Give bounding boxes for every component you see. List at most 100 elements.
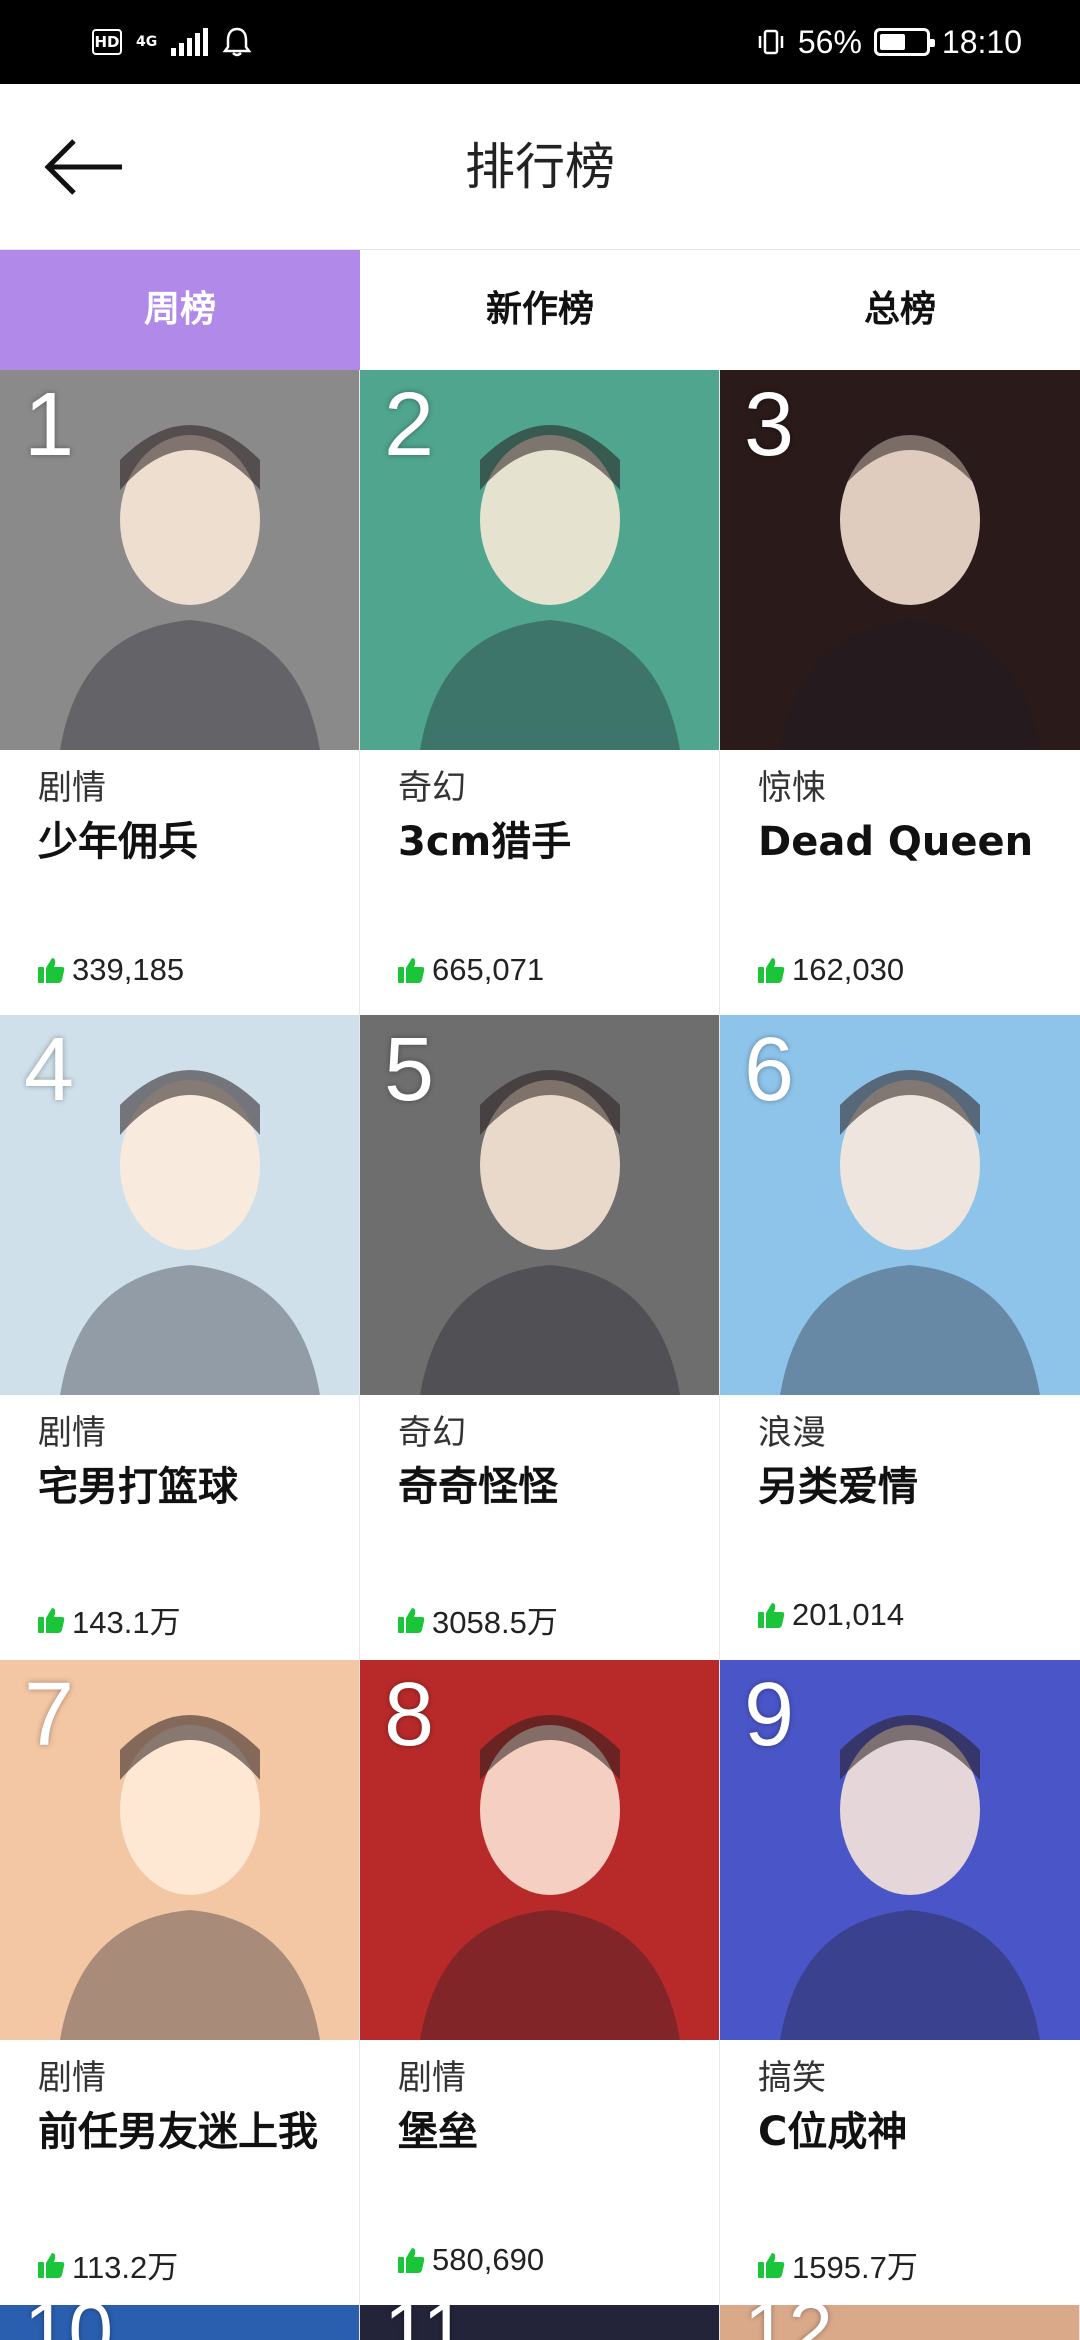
clock: 18:10 — [941, 23, 1022, 60]
battery-percent: 56% — [797, 23, 862, 60]
status-left: HD 4G — [92, 20, 252, 64]
like-count-value: 162,030 — [792, 952, 905, 987]
comic-card-8[interactable]: 8 剧情 堡垒 580,690 — [360, 1660, 720, 2305]
comic-title: 宅男打篮球 — [38, 1464, 238, 1510]
network-label: 4G — [136, 34, 158, 50]
comic-card-peek-11[interactable]: 11 — [360, 2305, 720, 2340]
like-count-value: 339,185 — [72, 952, 185, 987]
comic-genre: 惊悚 — [758, 768, 826, 808]
tab-weekly[interactable]: 周榜 — [0, 250, 360, 370]
comic-title: 另类爱情 — [758, 1464, 918, 1510]
like-count: 143.1万 — [36, 1597, 181, 1642]
rank-number: 5 — [384, 1020, 435, 1120]
status-right: 56% 18:10 — [756, 20, 1022, 64]
rank-number: 9 — [744, 1665, 795, 1765]
like-count: 3058.5万 — [396, 1597, 558, 1642]
rank-number: 1 — [24, 375, 75, 475]
thumbs-up-icon — [38, 1607, 65, 1633]
like-count: 339,185 — [36, 952, 184, 988]
comic-cover: 7 — [0, 1660, 359, 2040]
like-count: 113.2万 — [36, 2242, 178, 2287]
comic-cover: 4 — [0, 1015, 359, 1395]
rank-number: 2 — [384, 375, 435, 475]
comic-genre: 搞笑 — [758, 2058, 826, 2098]
comic-cover: 2 — [360, 370, 719, 750]
thumbs-up-icon — [398, 958, 425, 983]
comic-title: 前任男友迷上我 — [38, 2109, 318, 2155]
thumbs-up-icon — [758, 1603, 785, 1628]
status-bar: HD 4G 56% 18:10 — [0, 0, 1080, 84]
network-type: 4G — [136, 35, 157, 49]
thumbs-up-icon — [398, 1607, 425, 1633]
like-count: 580,690 — [396, 2242, 544, 2278]
signal-icon — [171, 28, 209, 56]
tab-overall[interactable]: 总榜 — [720, 250, 1080, 370]
thumbs-up-icon — [38, 958, 65, 983]
comic-genre: 浪漫 — [758, 1413, 826, 1453]
next-row-peek: 10 11 12 — [0, 2305, 1080, 2340]
rank-number: 12 — [744, 2305, 833, 2340]
comic-cover: 5 — [360, 1015, 719, 1395]
hd-badge: HD — [92, 29, 122, 55]
comic-card-peek-12[interactable]: 12 — [720, 2305, 1080, 2340]
thumbs-up-icon — [758, 2252, 785, 2278]
thumbs-up-icon — [398, 2248, 425, 2273]
comic-card-1[interactable]: 1 剧情 少年佣兵 339,185 — [0, 370, 360, 1015]
comic-card-6[interactable]: 6 浪漫 另类爱情 201,014 — [720, 1015, 1080, 1660]
like-count: 162,030 — [756, 952, 904, 988]
like-count: 1595.7万 — [756, 2242, 918, 2287]
like-count-value: 113.2万 — [72, 2250, 179, 2285]
like-count-value: 1595.7万 — [792, 2250, 918, 2285]
comic-cover: 3 — [720, 370, 1080, 750]
comic-cover: 9 — [720, 1660, 1080, 2040]
like-count-value: 201,014 — [792, 1597, 905, 1632]
like-count-value: 143.1万 — [72, 1605, 181, 1640]
like-count: 201,014 — [756, 1597, 904, 1633]
comic-title: 少年佣兵 — [38, 819, 198, 865]
tab-new-works[interactable]: 新作榜 — [360, 250, 720, 370]
like-count-value: 580,690 — [432, 2242, 545, 2277]
rank-number: 4 — [24, 1020, 75, 1120]
thumbs-up-icon — [38, 2252, 65, 2278]
comic-genre: 剧情 — [38, 768, 106, 808]
comic-card-4[interactable]: 4 剧情 宅男打篮球 143.1万 — [0, 1015, 360, 1660]
thumbs-up-icon — [758, 958, 785, 983]
comic-card-3[interactable]: 3 惊悚 Dead Queen 162,030 — [720, 370, 1080, 1015]
comic-card-2[interactable]: 2 奇幻 3cm猎手 665,071 — [360, 370, 720, 1015]
comic-title: 堡垒 — [398, 2109, 478, 2155]
comic-genre: 奇幻 — [398, 1413, 466, 1453]
rank-number: 3 — [744, 375, 795, 475]
comic-card-5[interactable]: 5 奇幻 奇奇怪怪 3058.5万 — [360, 1015, 720, 1660]
notification-bell-icon — [222, 27, 252, 57]
rank-number: 8 — [384, 1665, 435, 1765]
comic-genre: 剧情 — [38, 2058, 106, 2098]
comic-title: 3cm猎手 — [398, 819, 572, 865]
battery-icon — [873, 28, 935, 56]
arrow-left-icon — [44, 139, 122, 195]
rank-number: 7 — [24, 1665, 75, 1765]
back-button[interactable] — [34, 124, 134, 210]
comic-card-9[interactable]: 9 搞笑 C位成神 1595.7万 — [720, 1660, 1080, 2305]
comic-cover: 6 — [720, 1015, 1080, 1395]
page-title: 排行榜 — [465, 139, 615, 195]
comic-grid: 1 剧情 少年佣兵 339,185 2 奇幻 3cm猎手 665,071 3 惊… — [0, 370, 1080, 2305]
like-count-value: 665,071 — [432, 952, 545, 987]
rank-number: 11 — [384, 2305, 467, 2340]
rank-number: 10 — [24, 2305, 113, 2340]
comic-title: C位成神 — [758, 2109, 908, 2155]
app-header: 排行榜 — [0, 84, 1080, 250]
like-count-value: 3058.5万 — [432, 1605, 558, 1640]
comic-title: Dead Queen — [758, 819, 1034, 865]
comic-genre: 奇幻 — [398, 768, 466, 808]
comic-cover: 8 — [360, 1660, 719, 2040]
like-count: 665,071 — [396, 952, 544, 988]
ranking-tabs: 周榜 新作榜 总榜 — [0, 250, 1080, 370]
battery-level — [879, 34, 905, 50]
vibrate-icon — [758, 29, 784, 55]
comic-card-peek-10[interactable]: 10 — [0, 2305, 360, 2340]
comic-card-7[interactable]: 7 剧情 前任男友迷上我 113.2万 — [0, 1660, 360, 2305]
comic-cover: 1 — [0, 370, 359, 750]
comic-title: 奇奇怪怪 — [398, 1464, 558, 1510]
comic-genre: 剧情 — [38, 1413, 106, 1453]
rank-number: 6 — [744, 1020, 795, 1120]
